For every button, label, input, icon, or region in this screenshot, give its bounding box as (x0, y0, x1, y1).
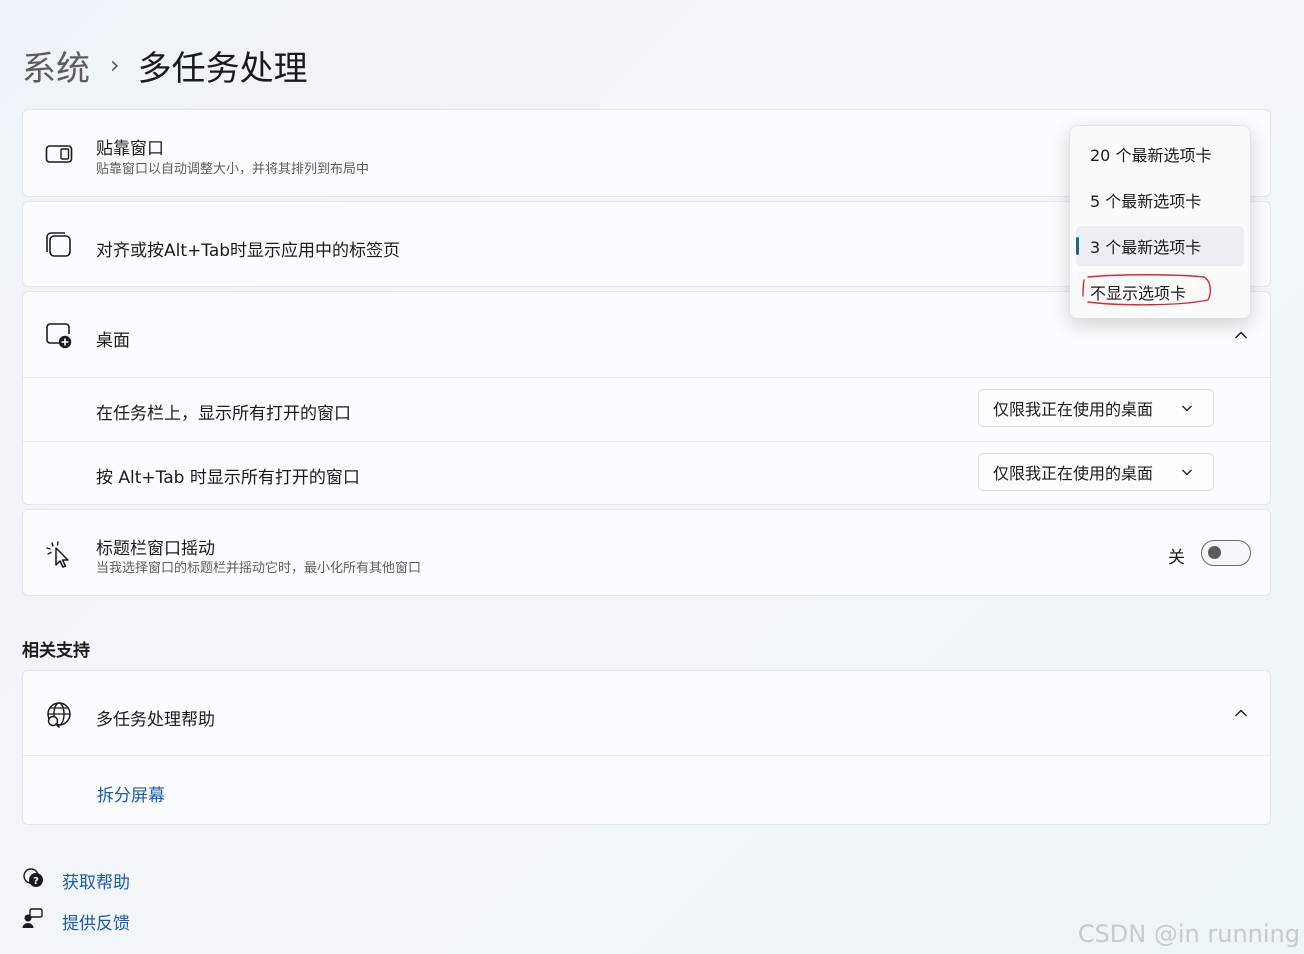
tabs-option-label: 20 个最新选项卡 (1090, 146, 1212, 165)
divider (23, 377, 1270, 378)
selection-indicator (1076, 237, 1079, 255)
app-tabs-icon (46, 232, 71, 257)
snap-windows-subtitle: 贴靠窗口以自动调整大小，并将其排列到布局中 (96, 162, 370, 177)
alt-tab-windows-label: 按 Alt+Tab 时显示所有打开的窗口 (96, 468, 360, 488)
tabs-option-3-selected[interactable]: 3 个最新选项卡 (1076, 226, 1244, 266)
chevron-up-icon[interactable] (1234, 328, 1248, 342)
tabs-option-5[interactable]: 5 个最新选项卡 (1076, 180, 1244, 220)
svg-text:?: ? (33, 876, 39, 887)
globe-help-icon (47, 702, 71, 728)
multitasking-help-card: 多任务处理帮助 拆分屏幕 (22, 670, 1271, 825)
chevron-up-icon[interactable] (1234, 706, 1248, 720)
give-feedback-link[interactable]: 提供反馈 (62, 909, 130, 934)
multitasking-help-title[interactable]: 多任务处理帮助 (96, 705, 215, 730)
taskbar-windows-label: 在任务栏上，显示所有打开的窗口 (96, 404, 351, 424)
breadcrumb-separator: › (110, 51, 120, 79)
alt-tab-tabs-title: 对齐或按Alt+Tab时显示应用中的标签页 (96, 241, 401, 261)
get-help-link[interactable]: 获取帮助 (62, 868, 130, 893)
title-bar-shake-subtitle: 当我选择窗口的标题栏并摇动它时，最小化所有其他窗口 (96, 561, 422, 576)
red-annotation-circle (1082, 274, 1212, 306)
split-screen-link[interactable]: 拆分屏幕 (97, 781, 165, 806)
divider (23, 755, 1270, 756)
taskbar-windows-value: 仅限我正在使用的桌面 (993, 400, 1154, 419)
breadcrumb-parent-system[interactable]: 系统 (22, 41, 90, 90)
tabs-option-20[interactable]: 20 个最新选项卡 (1076, 134, 1244, 174)
page-title: 多任务处理 (137, 48, 308, 89)
watermark: CSDN @in running (1077, 920, 1300, 948)
breadcrumb: 系统 › 多任务处理 (22, 40, 308, 90)
chevron-down-icon (1182, 405, 1192, 412)
desktops-title: 桌面 (96, 331, 130, 351)
feedback-icon (22, 908, 43, 928)
title-bar-shake-title: 标题栏窗口摇动 (96, 539, 215, 559)
taskbar-windows-select[interactable]: 仅限我正在使用的桌面 (978, 389, 1214, 427)
snap-layout-icon (45, 145, 73, 163)
toggle-knob (1208, 546, 1221, 559)
toggle-state-label: 关 (1168, 548, 1185, 568)
divider (23, 441, 1270, 442)
title-bar-shake-card: 标题栏窗口摇动 当我选择窗口的标题栏并摇动它时，最小化所有其他窗口 关 (22, 509, 1271, 596)
title-bar-shake-toggle[interactable] (1201, 540, 1251, 566)
desktops-card: 桌面 在任务栏上，显示所有打开的窗口 仅限我正在使用的桌面 按 Alt+Tab … (22, 291, 1271, 505)
tabs-option-label: 5 个最新选项卡 (1090, 192, 1202, 211)
add-desktop-icon (46, 323, 72, 349)
tabs-option-label: 3 个最新选项卡 (1090, 238, 1202, 257)
alt-tab-windows-select[interactable]: 仅限我正在使用的桌面 (978, 453, 1214, 491)
related-support-heading: 相关支持 (22, 641, 90, 661)
get-help-icon: ? (23, 868, 43, 887)
tabs-dropdown-menu: 20 个最新选项卡 5 个最新选项卡 3 个最新选项卡 不显示选项卡 (1069, 125, 1251, 319)
chevron-down-icon (1182, 469, 1192, 476)
alt-tab-windows-value: 仅限我正在使用的桌面 (993, 464, 1154, 483)
snap-windows-title: 贴靠窗口 (96, 139, 164, 159)
shake-cursor-icon (46, 541, 69, 568)
